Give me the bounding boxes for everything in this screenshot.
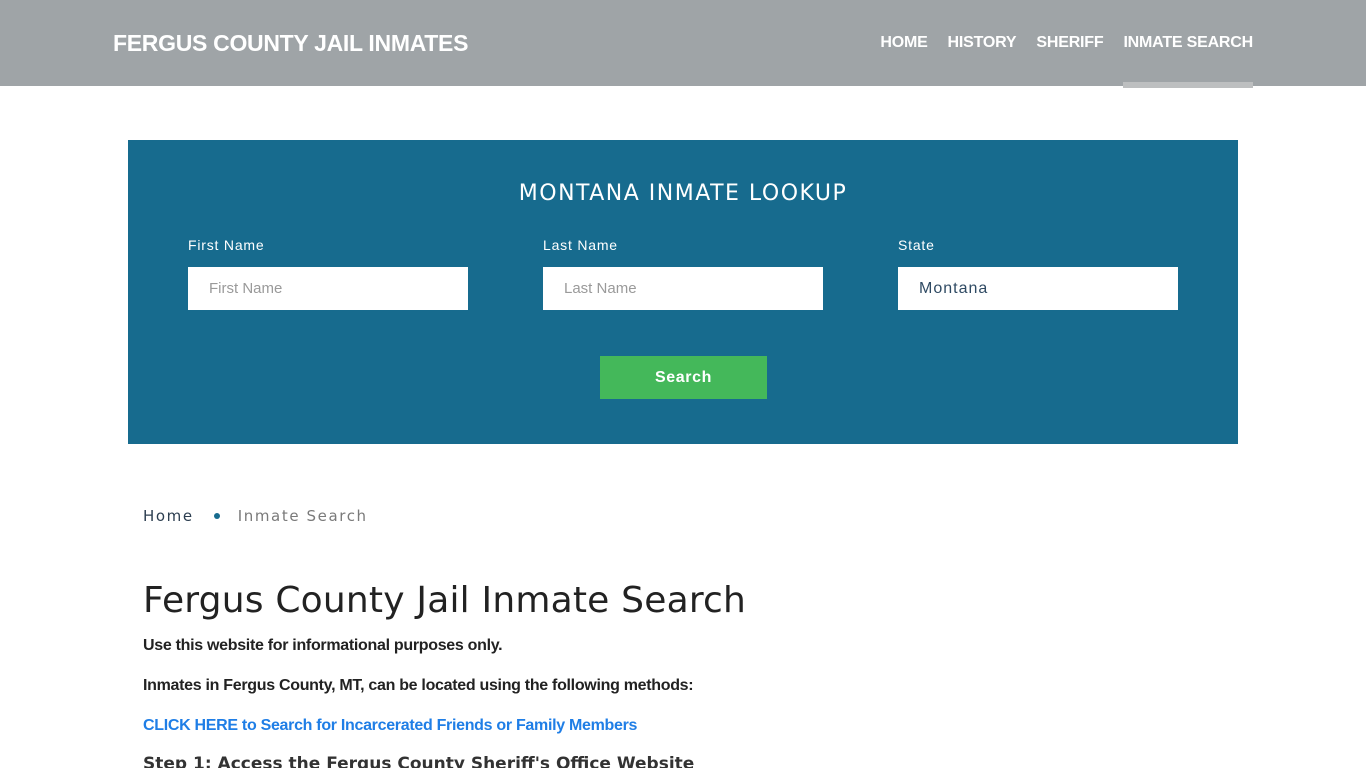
first-name-input[interactable] — [188, 267, 468, 310]
nav-sheriff[interactable]: SHERIFF — [1036, 33, 1103, 53]
page-title: Fergus County Jail Inmate Search — [143, 580, 747, 621]
state-input[interactable] — [898, 267, 1178, 310]
breadcrumb-separator-icon — [213, 513, 220, 519]
search-friends-link[interactable]: CLICK HERE to Search for Incarcerated Fr… — [143, 717, 637, 735]
nav-history[interactable]: HISTORY — [948, 33, 1017, 53]
main-nav: HOME HISTORY SHERIFF INMATE SEARCH — [860, 33, 1253, 88]
last-name-label: Last Name — [543, 237, 618, 253]
intro-text: Inmates in Fergus County, MT, can be loc… — [143, 677, 694, 694]
nav-inmate-search[interactable]: INMATE SEARCH — [1123, 33, 1253, 88]
site-header: FERGUS COUNTY JAIL INMATES HOME HISTORY … — [0, 0, 1366, 88]
last-name-input[interactable] — [543, 267, 823, 310]
breadcrumb-current: Inmate Search — [237, 507, 368, 525]
last-name-group: Last Name — [543, 237, 823, 310]
inmate-lookup-panel: MONTANA INMATE LOOKUP First Name Last Na… — [128, 140, 1238, 444]
step-1-heading: Step 1: Access the Fergus County Sheriff… — [143, 754, 695, 768]
first-name-group: First Name — [188, 237, 468, 310]
search-button[interactable]: Search — [600, 356, 767, 399]
breadcrumb: Home Inmate Search — [143, 507, 368, 525]
state-group: State — [898, 237, 1178, 310]
disclaimer-text: Use this website for informational purpo… — [143, 637, 503, 654]
lookup-title: MONTANA INMATE LOOKUP — [518, 181, 848, 206]
breadcrumb-home[interactable]: Home — [143, 507, 194, 525]
nav-home[interactable]: HOME — [880, 33, 927, 53]
first-name-label: First Name — [188, 237, 265, 253]
site-logo-link[interactable]: FERGUS COUNTY JAIL INMATES — [113, 30, 468, 57]
state-label: State — [898, 237, 935, 253]
